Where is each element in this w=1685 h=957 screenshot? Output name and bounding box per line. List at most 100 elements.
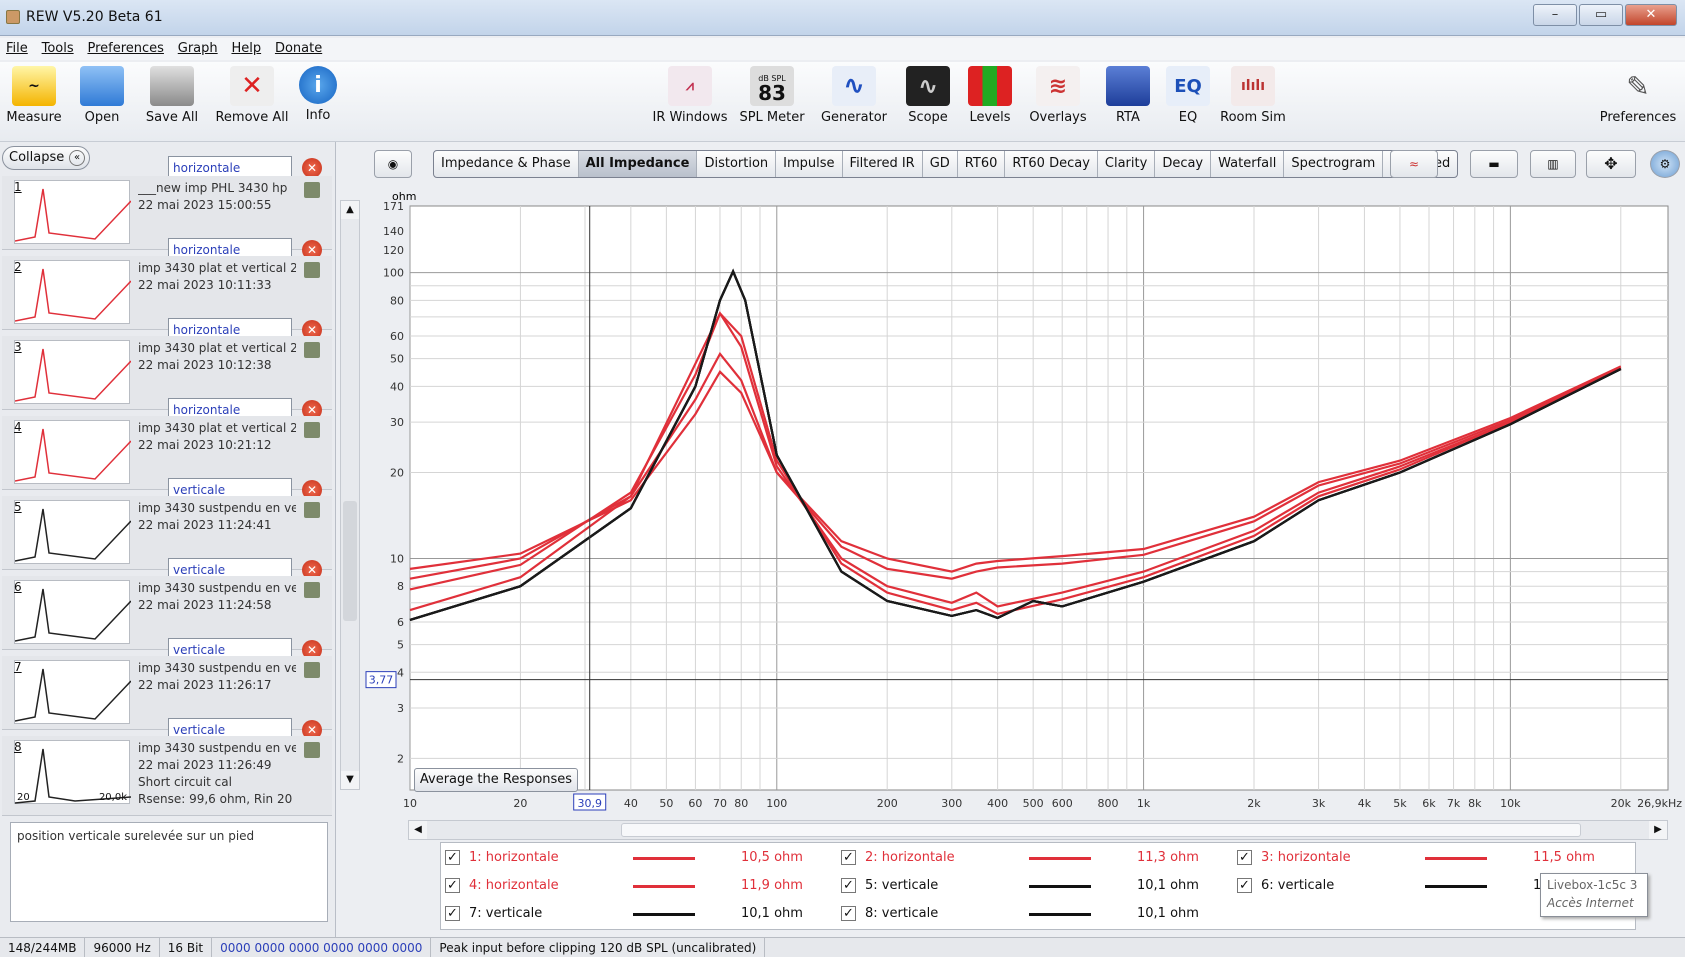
impedance-chart[interactable]: 3,77 17114012010080605040302010865432 10…: [362, 180, 1682, 820]
rta-button[interactable]: RTA: [1104, 66, 1152, 125]
measurement-type-icon: [304, 342, 320, 358]
tab-filtered-ir[interactable]: Filtered IR: [843, 151, 923, 177]
info-button[interactable]: i Info: [296, 66, 340, 123]
minimize-button[interactable]: –: [1533, 4, 1577, 26]
menu-file[interactable]: File: [6, 38, 28, 60]
legend-item[interactable]: ✓ 7: verticale 10,1 ohm: [441, 901, 833, 927]
grid-toggle-button[interactable]: ▥: [1530, 150, 1576, 178]
measure-button[interactable]: ~ Measure: [6, 66, 62, 125]
scroll-thumb[interactable]: [343, 501, 357, 621]
camera-icon: ◉: [387, 157, 399, 171]
scroll-down-icon[interactable]: ▼: [341, 771, 359, 789]
legend-label: 3: horizontale: [1261, 850, 1351, 865]
legend-line-swatch: [1029, 885, 1091, 888]
legend-checkbox[interactable]: ✓: [841, 878, 856, 893]
y-tick-label: 30: [390, 416, 404, 429]
tab-rt60[interactable]: RT60: [958, 151, 1006, 177]
legend-item[interactable]: ✓ 1: horizontale 10,5 ohm: [441, 845, 833, 871]
maximize-button[interactable]: ▭: [1579, 4, 1623, 26]
ir-windows-button[interactable]: ⩘ IR Windows: [652, 66, 728, 125]
preferences-button[interactable]: ✎ Preferences: [1596, 66, 1680, 126]
legend-checkbox[interactable]: ✓: [445, 850, 460, 865]
delete-measurement-icon[interactable]: ✕: [302, 158, 322, 178]
measurement-date: 22 mai 2023 11:24:58: [138, 598, 272, 612]
menu-help[interactable]: Help: [231, 38, 261, 60]
levels-button[interactable]: Levels: [962, 66, 1018, 125]
status-message: Peak input before clipping 120 dB SPL (u…: [431, 938, 766, 957]
x-tick-label: 40: [624, 797, 638, 810]
legend-item[interactable]: ✓ 2: horizontale 11,3 ohm: [837, 845, 1229, 871]
legend-checkbox[interactable]: ✓: [445, 906, 460, 921]
thumb-left-label: 20: [17, 792, 30, 803]
spl-meter-button[interactable]: dB SPL 83 SPL Meter: [738, 66, 806, 125]
menu-preferences[interactable]: Preferences: [87, 38, 163, 60]
remove-all-button[interactable]: ✕ Remove All: [214, 66, 290, 125]
x-tick-label: 10: [403, 797, 417, 810]
room-sim-button[interactable]: ılılı Room Sim: [1220, 66, 1286, 125]
remove-all-label: Remove All: [215, 110, 289, 125]
close-button[interactable]: ✕: [1625, 4, 1677, 26]
ir-windows-label: IR Windows: [652, 110, 728, 125]
legend-checkbox[interactable]: ✓: [445, 878, 460, 893]
overlays-button[interactable]: ≋ Overlays: [1024, 66, 1092, 125]
legend-checkbox[interactable]: ✓: [1237, 878, 1252, 893]
legend-item[interactable]: ✓ 8: verticale 10,1 ohm: [837, 901, 1229, 927]
legend-value: 11,9 ohm: [741, 878, 803, 893]
tab-gd[interactable]: GD: [923, 151, 958, 177]
settings-button[interactable]: ⚙: [1650, 150, 1680, 178]
legend-line-swatch: [633, 885, 695, 888]
zoom-button[interactable]: ✥: [1586, 150, 1636, 178]
average-responses-button[interactable]: Average the Responses: [414, 768, 578, 792]
graph-horizontal-scrollbar[interactable]: ◀ ▶: [408, 820, 1668, 840]
tab-decay[interactable]: Decay: [1155, 151, 1212, 177]
h-scroll-thumb[interactable]: [621, 823, 1581, 837]
tab-spectrogram[interactable]: Spectrogram: [1284, 151, 1384, 177]
tab-distortion[interactable]: Distortion: [697, 151, 777, 177]
rew-window: REW V5.20 Beta 61 – ▭ ✕ File Tools Prefe…: [0, 0, 1685, 957]
legend-toggle-button[interactable]: ▬: [1470, 150, 1518, 178]
thumbnail-plot: [14, 348, 132, 402]
thumbnail-plot: [14, 268, 132, 322]
wrench-icon: ✎: [1626, 69, 1650, 103]
x-tick-label: 70: [713, 797, 727, 810]
tab-impulse[interactable]: Impulse: [776, 151, 843, 177]
tab-waterfall[interactable]: Waterfall: [1211, 151, 1285, 177]
tab-all-impedance[interactable]: All Impedance: [578, 151, 698, 177]
rta-icon: [1106, 66, 1150, 106]
menu-graph[interactable]: Graph: [178, 38, 218, 60]
eq-button[interactable]: EQ EQ: [1164, 66, 1212, 125]
measurement-type-icon: [304, 262, 320, 278]
scroll-right-icon[interactable]: ▶: [1649, 821, 1667, 839]
legend-checkbox[interactable]: ✓: [841, 906, 856, 921]
generator-button[interactable]: ∿ Generator: [820, 66, 888, 125]
measurement-number: 3: [14, 340, 22, 354]
tab-impedance-phase[interactable]: Impedance & Phase: [434, 151, 579, 177]
save-all-button[interactable]: Save All: [142, 66, 202, 125]
scroll-up-icon[interactable]: ▲: [341, 201, 359, 219]
legend-checkbox[interactable]: ✓: [841, 850, 856, 865]
x-tick-label: 2k: [1247, 797, 1261, 810]
graph-controls-button[interactable]: ≈: [1390, 150, 1438, 178]
menu-donate[interactable]: Donate: [275, 38, 322, 60]
legend-item[interactable]: ✓ 5: verticale 10,1 ohm: [837, 873, 1229, 899]
scope-button[interactable]: ∿ Scope: [900, 66, 956, 125]
x-tick-label: 7k: [1447, 797, 1461, 810]
legend-item[interactable]: ✓ 4: horizontale 11,9 ohm: [441, 873, 833, 899]
camera-button[interactable]: ◉: [374, 150, 412, 178]
menu-tools[interactable]: Tools: [42, 38, 74, 60]
legend-checkbox[interactable]: ✓: [1237, 850, 1252, 865]
notes-textarea[interactable]: position verticale surelevée sur un pied: [10, 822, 328, 922]
x-tick-label: 300: [941, 797, 962, 810]
scroll-left-icon[interactable]: ◀: [409, 821, 427, 839]
measurement-thumbnail: 20 20,0k: [14, 740, 132, 804]
collapse-button[interactable]: Collapse «: [2, 146, 90, 170]
measurements-scrollbar[interactable]: ▲ ▼: [340, 200, 360, 790]
legend-item[interactable]: ✓ 3: horizontale 11,5 ohm: [1233, 845, 1625, 871]
measurement-item[interactable]: 20 20,0k 8 imp 3430 sustpendu en ve 22 m…: [2, 736, 332, 816]
thumbnail-plot: [14, 668, 132, 722]
open-button[interactable]: Open: [74, 66, 130, 125]
thumbnail-plot: [14, 428, 132, 482]
tab-clarity[interactable]: Clarity: [1098, 151, 1156, 177]
tab-rt60-decay[interactable]: RT60 Decay: [1005, 151, 1098, 177]
spl-value: 83: [758, 81, 786, 105]
